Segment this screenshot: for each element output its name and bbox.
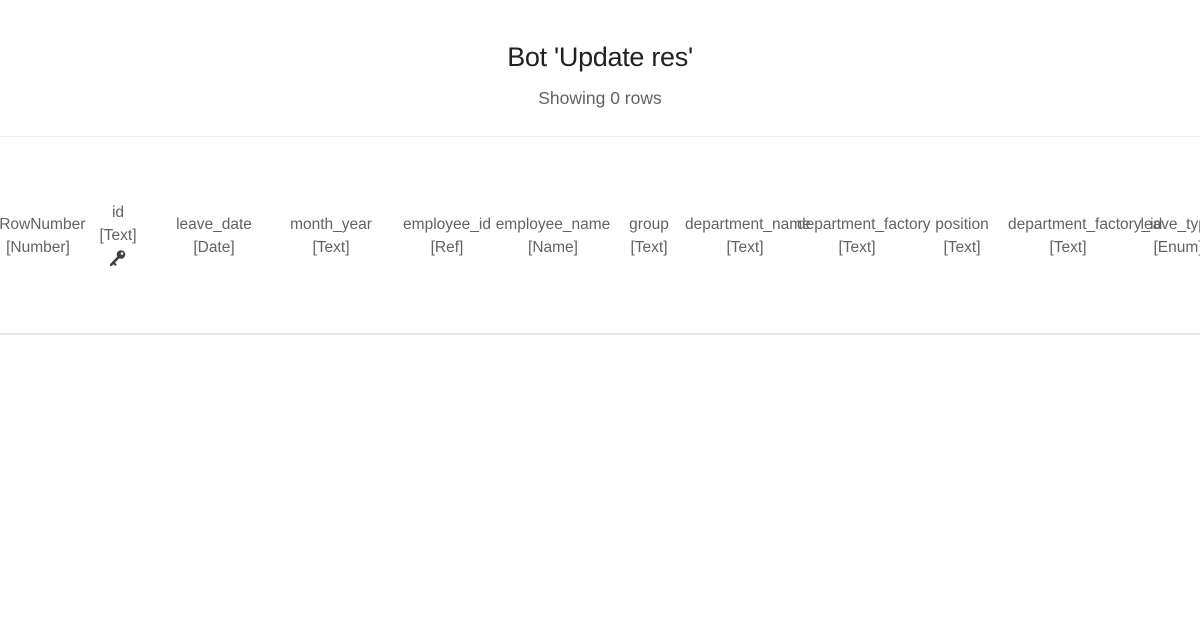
column-name: leave_date bbox=[176, 216, 252, 233]
column-type: [Text] bbox=[726, 239, 764, 256]
key-icon bbox=[109, 250, 126, 267]
column-name: department_factory bbox=[797, 216, 931, 233]
page-title: Bot 'Update res' bbox=[507, 42, 693, 72]
column-header-department-name[interactable]: department_name [Text] bbox=[685, 213, 811, 259]
column-type: [Enum] bbox=[1153, 239, 1200, 256]
column-type: [Text] bbox=[1049, 239, 1087, 256]
column-name: leave_type bbox=[1140, 216, 1200, 233]
column-header-position[interactable]: position [Text] bbox=[902, 213, 1022, 259]
columns-header-panel: _RowNumber [Number] id [Text] leave_date… bbox=[0, 136, 1200, 335]
column-header-leave-type[interactable]: leave_type [Enum] bbox=[1118, 213, 1200, 259]
column-type: [Ref] bbox=[430, 239, 464, 256]
column-type: [Date] bbox=[193, 239, 235, 256]
column-header-department-factory-id[interactable]: department_factory_id [Text] bbox=[1008, 213, 1163, 259]
column-type: [Text] bbox=[838, 239, 876, 256]
column-type: [Text] bbox=[312, 239, 350, 256]
column-header-leave-date[interactable]: leave_date [Date] bbox=[154, 213, 274, 259]
column-name: position bbox=[935, 216, 989, 233]
column-name: employee_id bbox=[403, 216, 491, 233]
row-count-text: Showing 0 rows bbox=[538, 88, 662, 108]
column-name: department_name bbox=[685, 216, 811, 233]
column-name: department_factory_id bbox=[1008, 216, 1163, 233]
column-header-employee-id[interactable]: employee_id [Ref] bbox=[387, 213, 507, 259]
column-name: month_year bbox=[290, 216, 372, 233]
column-header-department-factory[interactable]: department_factory [Text] bbox=[797, 213, 931, 259]
column-type: [Text] bbox=[943, 239, 981, 256]
column-header-month-year[interactable]: month_year [Text] bbox=[271, 213, 391, 259]
